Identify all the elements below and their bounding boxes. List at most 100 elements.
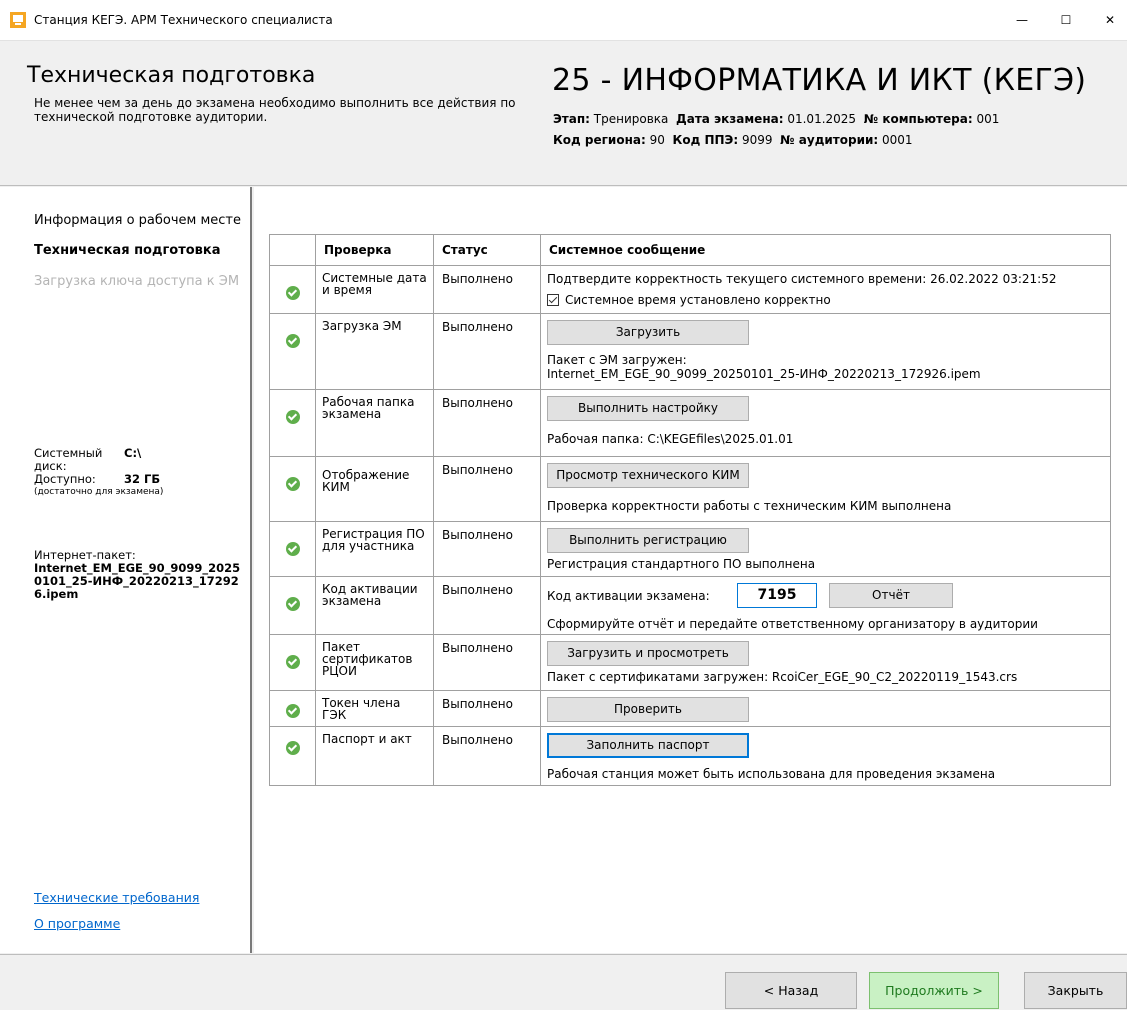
row-status: Выполнено (433, 690, 541, 727)
check-ok-icon (285, 655, 300, 669)
row-message: Рабочая станция может быть использована … (547, 767, 996, 781)
table-row: Токен члена ГЭК Выполнено Проверить (269, 690, 1111, 727)
row-check: Системные дата и время (315, 265, 434, 314)
verify-token-button[interactable]: Проверить (547, 697, 749, 722)
check-ok-icon (285, 477, 300, 491)
disk-value: C:\ (124, 446, 142, 460)
load-em-button[interactable]: Загрузить (547, 320, 749, 345)
minimize-button[interactable]: — (1000, 0, 1044, 40)
row-check: Пакет сертификатов РЦОИ (315, 634, 434, 691)
stage-value: Тренировка (593, 112, 669, 126)
register-software-button[interactable]: Выполнить регистрацию (547, 528, 749, 553)
room-value: 0001 (882, 133, 913, 147)
row-check: Регистрация ПО для участника (315, 521, 434, 577)
activation-code-field[interactable]: 7195 (737, 583, 817, 608)
page-subtitle: Не менее чем за день до экзамена необход… (34, 96, 516, 124)
check-ok-icon (285, 334, 300, 348)
checkbox-checked-icon[interactable] (547, 294, 559, 306)
region-label: Код региона: (553, 133, 646, 147)
row-message: Пакет с ЭМ загружен: (547, 353, 687, 367)
row-status: Выполнено (433, 265, 541, 314)
fill-passport-button[interactable]: Заполнить паспорт (547, 733, 749, 758)
check-ok-icon (285, 704, 300, 718)
exam-meta-line-1: Этап: Тренировка Дата экзамена: 01.01.20… (553, 112, 999, 126)
computer-value: 001 (976, 112, 1000, 126)
free-label: Доступно: (34, 472, 96, 486)
free-note: (достаточно для экзамена) (34, 487, 164, 497)
row-check: Отображение КИМ (315, 456, 434, 522)
computer-label: № компьютера: (863, 112, 973, 126)
row-status: Выполнено (433, 313, 541, 390)
header-icon-cell (269, 234, 316, 266)
check-ok-icon (285, 741, 300, 755)
view-kim-button[interactable]: Просмотр технического КИМ (547, 463, 749, 488)
row-message: Рабочая папка: C:\KEGEfiles\2025.01.01 (547, 432, 794, 446)
row-message: Пакет с сертификатами загружен: RcoiCer_… (547, 670, 1018, 684)
tech-requirements-link[interactable]: Технические требования (34, 890, 199, 905)
row-status: Выполнено (433, 521, 541, 577)
table-row: Регистрация ПО для участника Выполнено В… (269, 521, 1111, 577)
table-row: Системные дата и время Выполнено Подтвер… (269, 265, 1111, 314)
about-link[interactable]: О программе (34, 916, 120, 931)
close-button[interactable]: Закрыть (1024, 972, 1127, 1009)
region-value: 90 (649, 133, 665, 147)
ppe-value: 9099 (741, 133, 773, 147)
date-label: Дата экзамена: (676, 112, 784, 126)
check-ok-icon (285, 597, 300, 611)
continue-button[interactable]: Продолжить > (869, 972, 999, 1009)
row-status: Выполнено (433, 634, 541, 691)
checkbox-label: Системное время установлено корректно (565, 293, 831, 307)
page-title: Техническая подготовка (27, 63, 316, 88)
time-correct-checkbox[interactable]: Системное время установлено корректно (547, 293, 1104, 307)
row-message: Проверка корректности работы с техническ… (547, 499, 952, 513)
table-row: Отображение КИМ Выполнено Просмотр техни… (269, 456, 1111, 522)
check-ok-icon (285, 286, 300, 300)
table-row: Паспорт и акт Выполнено Заполнить паспор… (269, 726, 1111, 786)
check-ok-icon (285, 410, 300, 424)
activation-code-label: Код активации экзамена: (547, 588, 710, 603)
page-header: Техническая подготовка Не менее чем за д… (0, 40, 1127, 186)
load-certificates-button[interactable]: Загрузить и просмотреть (547, 641, 749, 666)
table-row: Пакет сертификатов РЦОИ Выполнено Загруз… (269, 634, 1111, 691)
checks-table: Проверка Статус Системное сообщение Сист… (269, 234, 1111, 786)
table-row: Рабочая папка экзамена Выполнено Выполни… (269, 389, 1111, 457)
row-status: Выполнено (433, 456, 541, 522)
table-header-row: Проверка Статус Системное сообщение (269, 234, 1111, 266)
date-value: 01.01.2025 (787, 112, 857, 126)
row-message: Подтвердите корректность текущего систем… (547, 272, 1057, 286)
header-check: Проверка (315, 234, 434, 266)
close-window-button[interactable]: ✕ (1088, 0, 1127, 40)
configure-folder-button[interactable]: Выполнить настройку (547, 396, 749, 421)
room-label: № аудитории: (780, 133, 879, 147)
internet-package-info: Интернет-пакет: Internet_EM_EGE_90_9099_… (34, 549, 246, 601)
row-status: Выполнено (433, 726, 541, 786)
row-check: Загрузка ЭМ (315, 313, 434, 390)
window-title: Станция КЕГЭ. АРМ Технического специалис… (34, 13, 333, 27)
main-panel: Проверка Статус Системное сообщение Сист… (254, 187, 1127, 953)
row-message-detail: Internet_EM_EGE_90_9099_20250101_25-ИНФ_… (547, 367, 981, 381)
header-message: Системное сообщение (540, 234, 1111, 266)
sidebar-item-tech-prep[interactable]: Техническая подготовка (34, 243, 221, 258)
free-value: 32 ГБ (124, 472, 161, 486)
exam-meta-line-2: Код региона: 90 Код ППЭ: 9099 № аудитори… (553, 133, 913, 147)
maximize-button[interactable]: ☐ (1044, 0, 1088, 40)
sidebar-item-key-load: Загрузка ключа доступа к ЭМ (34, 274, 240, 289)
ppe-label: Код ППЭ: (672, 133, 739, 147)
sidebar: Информация о рабочем месте Техническая п… (0, 187, 252, 953)
back-button[interactable]: < Назад (725, 972, 857, 1009)
disk-info: Системный диск: C:\ Доступно: 32 ГБ (дос… (34, 447, 163, 499)
footer: < Назад Продолжить > Закрыть (0, 954, 1127, 1010)
row-status: Выполнено (433, 389, 541, 457)
stage-label: Этап: (553, 112, 590, 126)
row-status: Выполнено (433, 576, 541, 635)
exam-title: 25 - ИНФОРМАТИКА И ИКТ (КЕГЭ) (552, 63, 1087, 98)
row-message: Регистрация стандартного ПО выполнена (547, 557, 816, 571)
check-ok-icon (285, 542, 300, 556)
row-message: Сформируйте отчёт и передайте ответствен… (547, 617, 1038, 631)
disk-label: Системный диск: (34, 446, 103, 473)
report-button[interactable]: Отчёт (829, 583, 953, 608)
header-status: Статус (433, 234, 541, 266)
table-row: Код активации экзамена Выполнено Код акт… (269, 576, 1111, 635)
window-titlebar: Станция КЕГЭ. АРМ Технического специалис… (0, 0, 1127, 40)
sidebar-item-workplace-info[interactable]: Информация о рабочем месте (34, 213, 241, 228)
